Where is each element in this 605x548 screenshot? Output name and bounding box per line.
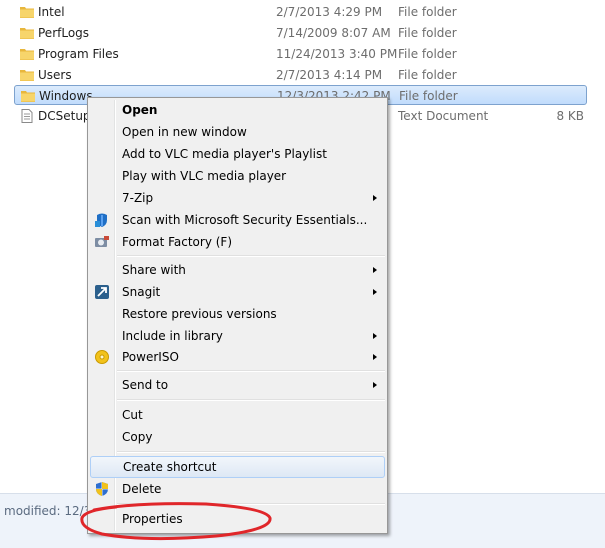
folder-icon [19, 47, 35, 61]
submenu-arrow-icon [373, 354, 377, 360]
file-row-intel[interactable]: Intel 2/7/2013 4:29 PM File folder [14, 2, 587, 22]
menu-item-label: 7-Zip [122, 191, 154, 205]
menu-item-create-shortcut[interactable]: Create shortcut [90, 456, 385, 478]
menu-item-include-in-library[interactable]: Include in library [90, 326, 385, 346]
format-factory-icon [94, 234, 110, 250]
menu-item-scan-security-essentials[interactable]: Scan with Microsoft Security Essentials.… [90, 210, 385, 230]
menu-item-cut[interactable]: Cut [90, 405, 385, 425]
submenu-arrow-icon [373, 382, 377, 388]
file-size: 8 KB [556, 109, 584, 123]
file-date: 11/24/2013 3:40 PM [276, 47, 398, 61]
submenu-arrow-icon [373, 267, 377, 273]
menu-item-7zip[interactable]: 7-Zip [90, 188, 385, 208]
menu-item-add-to-vlc-playlist[interactable]: Add to VLC media player's Playlist [90, 144, 385, 164]
poweriso-icon [94, 349, 110, 365]
menu-item-label: Snagit [122, 285, 161, 299]
menu-item-open-in-new-window[interactable]: Open in new window [90, 122, 385, 142]
file-name: Windows [39, 89, 93, 103]
menu-item-play-with-vlc[interactable]: Play with VLC media player [90, 166, 385, 186]
folder-icon [20, 89, 36, 103]
file-type: File folder [398, 68, 457, 82]
menu-item-share-with[interactable]: Share with [90, 260, 385, 280]
menu-item-label: Add to VLC media player's Playlist [122, 147, 327, 161]
menu-item-label: Restore previous versions [122, 307, 277, 321]
menu-separator [117, 451, 385, 453]
menu-item-label: Share with [122, 263, 186, 277]
menu-item-label: Scan with Microsoft Security Essentials.… [122, 213, 368, 227]
menu-item-label: Send to [122, 378, 169, 392]
file-type: File folder [398, 47, 457, 61]
file-type: File folder [398, 5, 457, 19]
menu-item-label: Include in library [122, 329, 223, 343]
highlight-ellipse [80, 502, 272, 541]
menu-item-restore-previous-versions[interactable]: Restore previous versions [90, 304, 385, 324]
menu-separator [117, 399, 385, 401]
snagit-icon [94, 284, 110, 300]
folder-icon [19, 68, 35, 82]
menu-item-delete[interactable]: Delete [90, 479, 385, 499]
file-type: File folder [398, 26, 457, 40]
menu-separator [117, 255, 385, 257]
menu-item-copy[interactable]: Copy [90, 427, 385, 447]
file-name: PerfLogs [38, 26, 90, 40]
file-type: File folder [399, 89, 458, 103]
file-name: Users [38, 68, 72, 82]
menu-item-label: Delete [122, 482, 162, 496]
security-essentials-icon [94, 212, 110, 228]
context-menu: Open Open in new window Add to VLC media… [87, 97, 388, 534]
menu-item-format-factory[interactable]: Format Factory (F) [90, 232, 385, 252]
file-date: 7/14/2009 8:07 AM [276, 26, 391, 40]
text-document-icon [19, 109, 35, 123]
submenu-arrow-icon [373, 333, 377, 339]
menu-item-snagit[interactable]: Snagit [90, 282, 385, 302]
folder-icon [19, 26, 35, 40]
submenu-arrow-icon [373, 289, 377, 295]
menu-item-poweriso[interactable]: PowerISO [90, 347, 385, 367]
menu-item-open[interactable]: Open [90, 100, 385, 120]
menu-item-send-to[interactable]: Send to [90, 375, 385, 395]
menu-separator [117, 370, 385, 372]
file-name: DCSetup [38, 109, 91, 123]
menu-item-label: Open in new window [122, 125, 247, 139]
file-row-perflogs[interactable]: PerfLogs 7/14/2009 8:07 AM File folder [14, 23, 587, 43]
file-name: Program Files [38, 47, 119, 61]
menu-item-label: Create shortcut [123, 460, 217, 474]
file-row-users[interactable]: Users 2/7/2013 4:14 PM File folder [14, 65, 587, 85]
file-type: Text Document [398, 109, 489, 123]
file-name: Intel [38, 5, 65, 19]
menu-item-label: Cut [122, 408, 143, 422]
menu-item-label: Open [122, 103, 158, 117]
menu-item-label: Copy [122, 430, 153, 444]
menu-item-label: Play with VLC media player [122, 169, 287, 183]
file-row-program-files[interactable]: Program Files 11/24/2013 3:40 PM File fo… [14, 44, 587, 64]
submenu-arrow-icon [373, 195, 377, 201]
menu-item-label: Format Factory (F) [122, 235, 233, 249]
menu-item-label: PowerISO [122, 350, 179, 364]
file-date: 2/7/2013 4:29 PM [276, 5, 383, 19]
folder-icon [19, 5, 35, 19]
shield-icon [94, 481, 110, 497]
file-date: 2/7/2013 4:14 PM [276, 68, 383, 82]
